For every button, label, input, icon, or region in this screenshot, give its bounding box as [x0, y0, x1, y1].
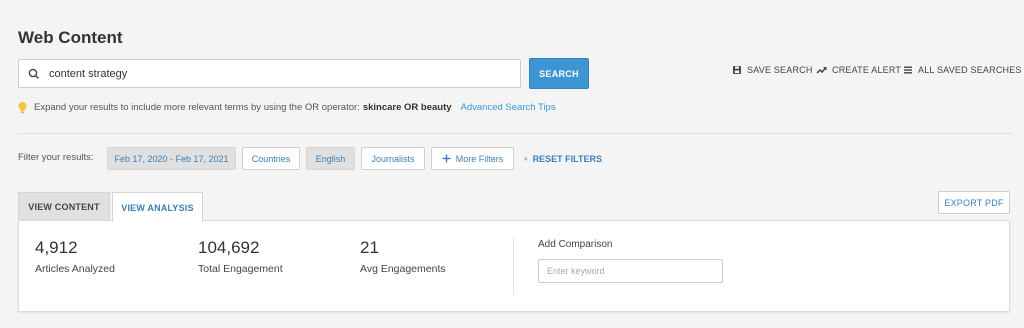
reset-filters-label: RESET FILTERS: [532, 153, 602, 164]
articles-analyzed-value: 4,912: [35, 238, 78, 257]
divider: [18, 133, 1012, 134]
refresh-icon: [524, 156, 528, 160]
save-search-button[interactable]: SAVE SEARCH: [732, 64, 813, 76]
save-icon: [733, 66, 741, 74]
search-input[interactable]: [47, 63, 507, 84]
language-filter[interactable]: English: [306, 147, 355, 170]
articles-analyzed-label: Articles Analyzed: [35, 263, 115, 275]
avg-engagements-label: Avg Engagements: [360, 263, 446, 275]
save-search-label: SAVE SEARCH: [747, 65, 813, 75]
tab-view-analysis[interactable]: VIEW ANALYSIS: [112, 192, 203, 222]
tip-text: Expand your results to include more rele…: [34, 102, 360, 113]
add-comparison-label: Add Comparison: [538, 239, 613, 250]
create-alert-button[interactable]: CREATE ALERT: [816, 64, 901, 76]
trend-up-icon: [816, 67, 827, 74]
page-title: Web Content: [18, 28, 123, 47]
all-saved-searches-label: ALL SAVED SEARCHES: [918, 65, 1022, 75]
plus-icon: [442, 154, 451, 163]
search-icon: [27, 67, 41, 81]
list-icon: [904, 66, 912, 74]
tab-view-content[interactable]: VIEW CONTENT: [18, 192, 110, 221]
analysis-panel: [18, 220, 1010, 312]
more-filters-button[interactable]: More Filters: [431, 147, 514, 170]
reset-filters-button[interactable]: RESET FILTERS: [524, 147, 602, 170]
comparison-keyword-input[interactable]: [538, 259, 723, 283]
filter-label: Filter your results:: [18, 152, 94, 163]
countries-filter[interactable]: Countries: [242, 147, 300, 170]
export-pdf-button[interactable]: EXPORT PDF: [938, 191, 1010, 214]
avg-engagements-value: 21: [360, 238, 379, 257]
more-filters-label: More Filters: [455, 153, 504, 164]
date-range-filter[interactable]: Feb 17, 2020 - Feb 17, 2021: [107, 147, 236, 170]
search-box[interactable]: [18, 59, 521, 88]
all-saved-searches-button[interactable]: ALL SAVED SEARCHES: [903, 64, 1022, 76]
tip-example: skincare OR beauty: [362, 102, 452, 113]
search-button[interactable]: SEARCH: [529, 58, 589, 89]
create-alert-label: CREATE ALERT: [832, 65, 902, 75]
total-engagement-label: Total Engagement: [198, 263, 283, 275]
total-engagement-value: 104,692: [198, 238, 260, 257]
lightbulb-icon: [18, 102, 27, 114]
panel-divider: [513, 237, 514, 295]
search-tip: Expand your results to include more rele…: [17, 101, 556, 114]
journalists-filter[interactable]: Journalists: [361, 147, 425, 170]
advanced-search-tips-link[interactable]: Advanced Search Tips: [461, 102, 556, 113]
